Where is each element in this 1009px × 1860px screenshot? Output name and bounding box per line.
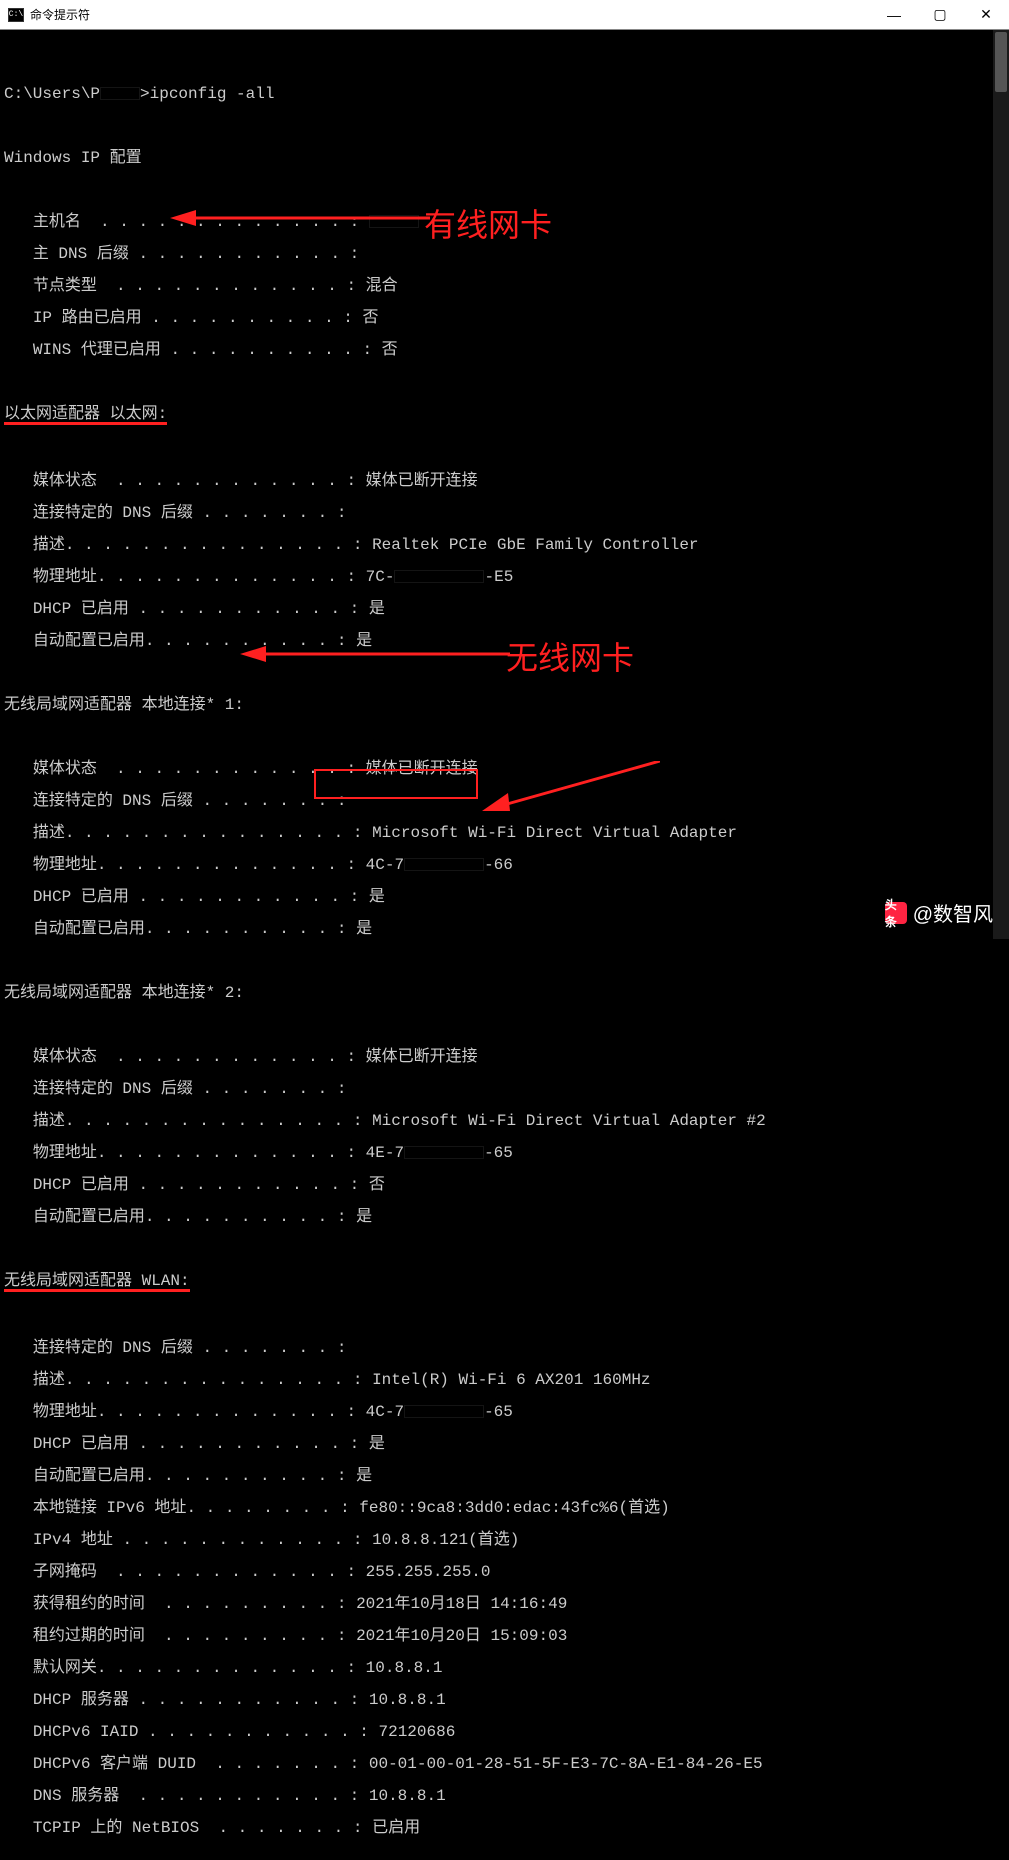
wlan-desc-label: 描述 [33, 1371, 65, 1389]
wlan-dhcpv6-duid-value: 00-01-00-01-28-51-5F-E3-7C-8A-E1-84-26-E… [369, 1755, 763, 1773]
wlan-dhcp-server-value: 10.8.8.1 [369, 1691, 446, 1709]
wl2-autoconf-label: 自动配置已启用 [33, 1208, 145, 1226]
wl2-dhcp-label: DHCP 已启用 [33, 1176, 129, 1194]
wlan-dns-suffix-label: 连接特定的 DNS 后缀 [33, 1339, 193, 1357]
wl1-media-state-value: 媒体已断开连接 [366, 760, 478, 778]
wlan-gateway-label: 默认网关 [33, 1659, 97, 1677]
minimize-button[interactable]: — [871, 0, 917, 29]
wl2-phys-label: 物理地址 [33, 1144, 97, 1162]
vertical-scrollbar[interactable] [993, 30, 1009, 939]
redacted-username [100, 87, 140, 100]
redacted-wlan-mac [404, 1405, 484, 1418]
wlan-dns-servers-value: 10.8.8.1 [369, 1787, 446, 1805]
eth-autoconf-label: 自动配置已启用 [33, 632, 145, 650]
wins-proxy-label: WINS 代理已启用 [33, 341, 161, 359]
wlan-lease-expires-value: 2021年10月20日 15:09:03 [356, 1627, 567, 1645]
ip-routing-label: IP 路由已启用 [33, 309, 142, 327]
wl2-phys-suffix: -65 [484, 1144, 513, 1162]
wl1-autoconf-value: 是 [356, 920, 372, 938]
prompt-path: C:\Users\P [4, 85, 100, 103]
window-title: 命令提示符 [30, 6, 871, 23]
wlan-autoconf-label: 自动配置已启用 [33, 1467, 145, 1485]
wlan-dhcpv6-iaid-value: 72120686 [378, 1723, 455, 1741]
terminal-output: C:\Users\P>ipconfig -all Windows IP 配置 主… [0, 30, 1009, 1860]
wlan-ipv4-label: IPv4 地址 [33, 1531, 113, 1549]
wlan-dhcp-label: DHCP 已启用 [33, 1435, 129, 1453]
header-line: Windows IP 配置 [4, 150, 1005, 166]
wlan-mask-value: 255.255.255.0 [366, 1563, 491, 1581]
scrollbar-thumb[interactable] [995, 32, 1007, 92]
app-icon: C:\ [8, 8, 24, 22]
node-type-label: 节点类型 [33, 277, 97, 295]
wlan-gateway-value: 10.8.8.1 [366, 1659, 443, 1677]
eth-phys-prefix: 7C- [366, 568, 395, 586]
redacted-wl2-mac [404, 1146, 484, 1159]
window-titlebar: C:\ 命令提示符 — ▢ ✕ [0, 0, 1009, 30]
wlan-linklocal-value: fe80::9ca8:3dd0:edac:43fc%6(首选) [359, 1499, 669, 1517]
primary-dns-label: 主 DNS 后缀 [33, 245, 129, 263]
wlan-ipv4-value: 10.8.8.121(首选) [372, 1531, 519, 1549]
wl2-desc-label: 描述 [33, 1112, 65, 1130]
wlan-mask-label: 子网掩码 [33, 1563, 97, 1581]
wins-proxy-value: 否 [382, 341, 398, 359]
eth-dhcp-label: DHCP 已启用 [33, 600, 129, 618]
wl1-desc-value: Microsoft Wi-Fi Direct Virtual Adapter [372, 824, 737, 842]
close-button[interactable]: ✕ [963, 0, 1009, 29]
wlan-phys-suffix: -65 [484, 1403, 513, 1421]
wlan-dhcpv6-duid-label: DHCPv6 客户端 DUID [33, 1755, 196, 1773]
wl1-autoconf-label: 自动配置已启用 [33, 920, 145, 938]
wl2-phys-prefix: 4E-7 [366, 1144, 404, 1162]
eth-autoconf-value: 是 [356, 632, 372, 650]
wl2-media-state-value: 媒体已断开连接 [366, 1048, 478, 1066]
wlan-phys-label: 物理地址 [33, 1403, 97, 1421]
eth-phys-label: 物理地址 [33, 568, 97, 586]
eth-phys-suffix: -E5 [484, 568, 513, 586]
eth-dhcp-value: 是 [369, 600, 385, 618]
wl1-media-state-label: 媒体状态 [33, 760, 97, 778]
wlan-autoconf-value: 是 [356, 1467, 372, 1485]
redacted-hostname [369, 215, 419, 228]
wlan-dhcp-value: 是 [369, 1435, 385, 1453]
wl2-dhcp-value: 否 [369, 1176, 385, 1194]
wlan-dhcp-server-label: DHCP 服务器 [33, 1691, 129, 1709]
wlan-lease-obtained-value: 2021年10月18日 14:16:49 [356, 1595, 567, 1613]
wlan-phys-prefix: 4C-7 [366, 1403, 404, 1421]
eth-desc-value: Realtek PCIe GbE Family Controller [372, 536, 698, 554]
wlan-desc-value: Intel(R) Wi-Fi 6 AX201 160MHz [372, 1371, 650, 1389]
wlan-title: 无线局域网适配器 WLAN: [4, 1273, 190, 1292]
wl1-desc-label: 描述 [33, 824, 65, 842]
wl2-media-state-label: 媒体状态 [33, 1048, 97, 1066]
wlan-linklocal-label: 本地链接 IPv6 地址 [33, 1499, 187, 1517]
ethernet-title: 以太网适配器 以太网: [4, 406, 167, 425]
redacted-eth-mac [394, 570, 484, 583]
wl1-phys-prefix: 4C-7 [366, 856, 404, 874]
eth-desc-label: 描述 [33, 536, 65, 554]
wlan-local2-title: 无线局域网适配器 本地连接* 2: [4, 985, 1005, 1001]
maximize-button[interactable]: ▢ [917, 0, 963, 29]
wl1-dhcp-label: DHCP 已启用 [33, 888, 129, 906]
wl1-phys-label: 物理地址 [33, 856, 97, 874]
wlan-dns-servers-label: DNS 服务器 [33, 1787, 119, 1805]
eth-dns-suffix-label: 连接特定的 DNS 后缀 [33, 504, 193, 522]
hostname-label: 主机名 [33, 213, 81, 231]
node-type-value: 混合 [366, 277, 398, 295]
wl2-dns-suffix-label: 连接特定的 DNS 后缀 [33, 1080, 193, 1098]
wlan-local1-title: 无线局域网适配器 本地连接* 1: [4, 697, 1005, 713]
wl2-desc-value: Microsoft Wi-Fi Direct Virtual Adapter #… [372, 1112, 766, 1130]
redacted-wl1-mac [404, 858, 484, 871]
eth-media-state-label: 媒体状态 [33, 472, 97, 490]
ip-routing-value: 否 [362, 309, 378, 327]
wl1-phys-suffix: -66 [484, 856, 513, 874]
command-text: ipconfig -all [150, 85, 275, 103]
eth-media-state-value: 媒体已断开连接 [366, 472, 478, 490]
wlan-dhcpv6-iaid-label: DHCPv6 IAID [33, 1723, 139, 1741]
wlan-netbios-value: 已启用 [372, 1819, 420, 1837]
wlan-lease-expires-label: 租约过期的时间 [33, 1627, 145, 1645]
wl1-dns-suffix-label: 连接特定的 DNS 后缀 [33, 792, 193, 810]
wl2-autoconf-value: 是 [356, 1208, 372, 1226]
wlan-netbios-label: TCPIP 上的 NetBIOS [33, 1819, 199, 1837]
wl1-dhcp-value: 是 [369, 888, 385, 906]
wlan-lease-obtained-label: 获得租约的时间 [33, 1595, 145, 1613]
window-controls: — ▢ ✕ [871, 0, 1009, 29]
